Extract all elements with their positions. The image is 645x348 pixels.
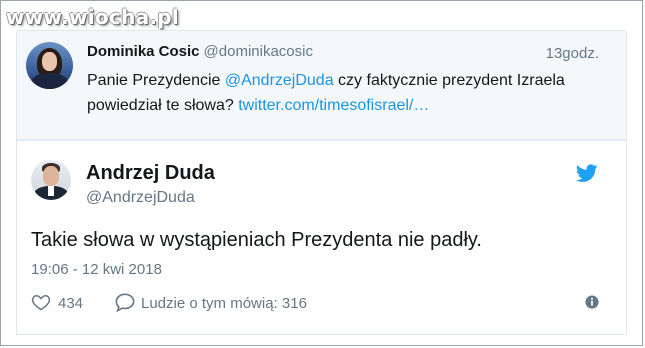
quoted-tweet-header: Dominika Cosic @dominikacosic: [87, 43, 313, 60]
replies-label: Ludzie o tym mówią: 316: [141, 295, 307, 312]
quoted-url-link[interactable]: twitter.com/timesofisrael/…: [238, 97, 429, 114]
reply-conversation-button[interactable]: Ludzie o tym mówią: 316: [114, 292, 364, 314]
quoted-tweet-text: Panie Prezydencie @AndrzejDuda czy fakty…: [87, 68, 587, 118]
heart-icon: [31, 294, 51, 311]
author-handle[interactable]: @AndrzejDuda: [86, 189, 195, 207]
mention-link[interactable]: @AndrzejDuda: [225, 72, 334, 89]
like-count: 434: [58, 295, 84, 312]
speech-bubble-icon: [115, 293, 135, 312]
author-name[interactable]: Andrzej Duda: [86, 162, 215, 185]
quoted-tweet[interactable]: Dominika Cosic @dominikacosic 13godz. Pan…: [16, 30, 627, 140]
author-avatar[interactable]: [31, 160, 71, 200]
tweet-date[interactable]: 19:06 - 12 kwi 2018: [31, 261, 162, 278]
twitter-bird-icon[interactable]: [576, 164, 598, 183]
quoted-author-handle[interactable]: @dominikacosic: [204, 43, 313, 60]
site-watermark: www.wiocha.pl: [6, 5, 180, 29]
quoted-tweet-time[interactable]: 13godz.: [546, 45, 599, 62]
info-icon[interactable]: [585, 295, 599, 309]
quoted-text-prefix: Panie Prezydencie: [87, 72, 225, 89]
like-button[interactable]: 434: [31, 292, 93, 314]
main-tweet: Andrzej Duda @AndrzejDuda Takie słowa w …: [16, 140, 627, 335]
quoted-author-avatar[interactable]: [26, 42, 73, 89]
tweet-text: Takie słowa w wystąpieniach Prezydenta n…: [31, 229, 482, 251]
quoted-author-name[interactable]: Dominika Cosic: [87, 43, 200, 60]
